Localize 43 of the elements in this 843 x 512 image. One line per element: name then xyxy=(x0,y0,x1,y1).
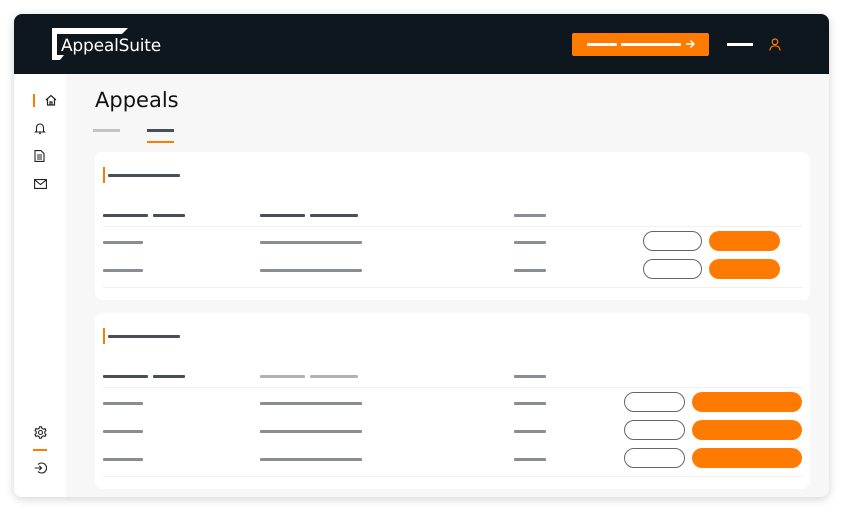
column-header-placeholder xyxy=(514,374,546,378)
page-title: Appeals xyxy=(95,88,180,114)
title-placeholder xyxy=(108,334,180,338)
column-header-placeholder xyxy=(153,214,185,216)
cell-placeholder xyxy=(103,268,143,272)
document-icon xyxy=(34,150,45,162)
app-logo: AppealSuite xyxy=(52,28,162,60)
column-header-placeholder xyxy=(260,374,305,378)
tab[interactable] xyxy=(147,129,174,143)
cell-placeholder xyxy=(514,458,546,461)
cell-placeholder xyxy=(514,430,546,433)
arrow-icon xyxy=(684,39,694,49)
user-icon[interactable] xyxy=(769,38,781,50)
title-placeholder xyxy=(108,174,180,176)
cell-placeholder xyxy=(514,268,546,272)
column-header-placeholder xyxy=(153,374,185,378)
cell-placeholder xyxy=(103,458,143,461)
primary-button[interactable] xyxy=(709,231,780,251)
secondary-button[interactable] xyxy=(624,420,685,440)
secondary-button[interactable] xyxy=(643,259,702,279)
column-header-placeholder xyxy=(310,374,358,378)
column-header-placeholder xyxy=(260,214,305,216)
cell-placeholder xyxy=(103,430,143,433)
primary-button[interactable] xyxy=(692,392,802,412)
mail-icon xyxy=(34,179,47,189)
cell-placeholder xyxy=(103,240,143,244)
cell-placeholder xyxy=(514,402,546,405)
primary-button[interactable] xyxy=(692,420,802,440)
column-header-placeholder xyxy=(103,374,148,378)
user-name-placeholder xyxy=(727,42,753,46)
bell-icon xyxy=(34,122,46,134)
home-icon xyxy=(45,94,57,106)
primary-button[interactable] xyxy=(692,448,802,468)
primary-action-button[interactable] xyxy=(572,32,709,56)
column-header-placeholder xyxy=(103,214,148,216)
secondary-button[interactable] xyxy=(624,392,685,412)
column-header-placeholder xyxy=(310,214,358,216)
cell-placeholder xyxy=(103,402,143,405)
primary-button[interactable] xyxy=(709,259,780,279)
cell-placeholder xyxy=(514,240,546,244)
column-header-placeholder xyxy=(514,214,546,216)
secondary-button[interactable] xyxy=(643,231,702,251)
secondary-button[interactable] xyxy=(624,448,685,468)
